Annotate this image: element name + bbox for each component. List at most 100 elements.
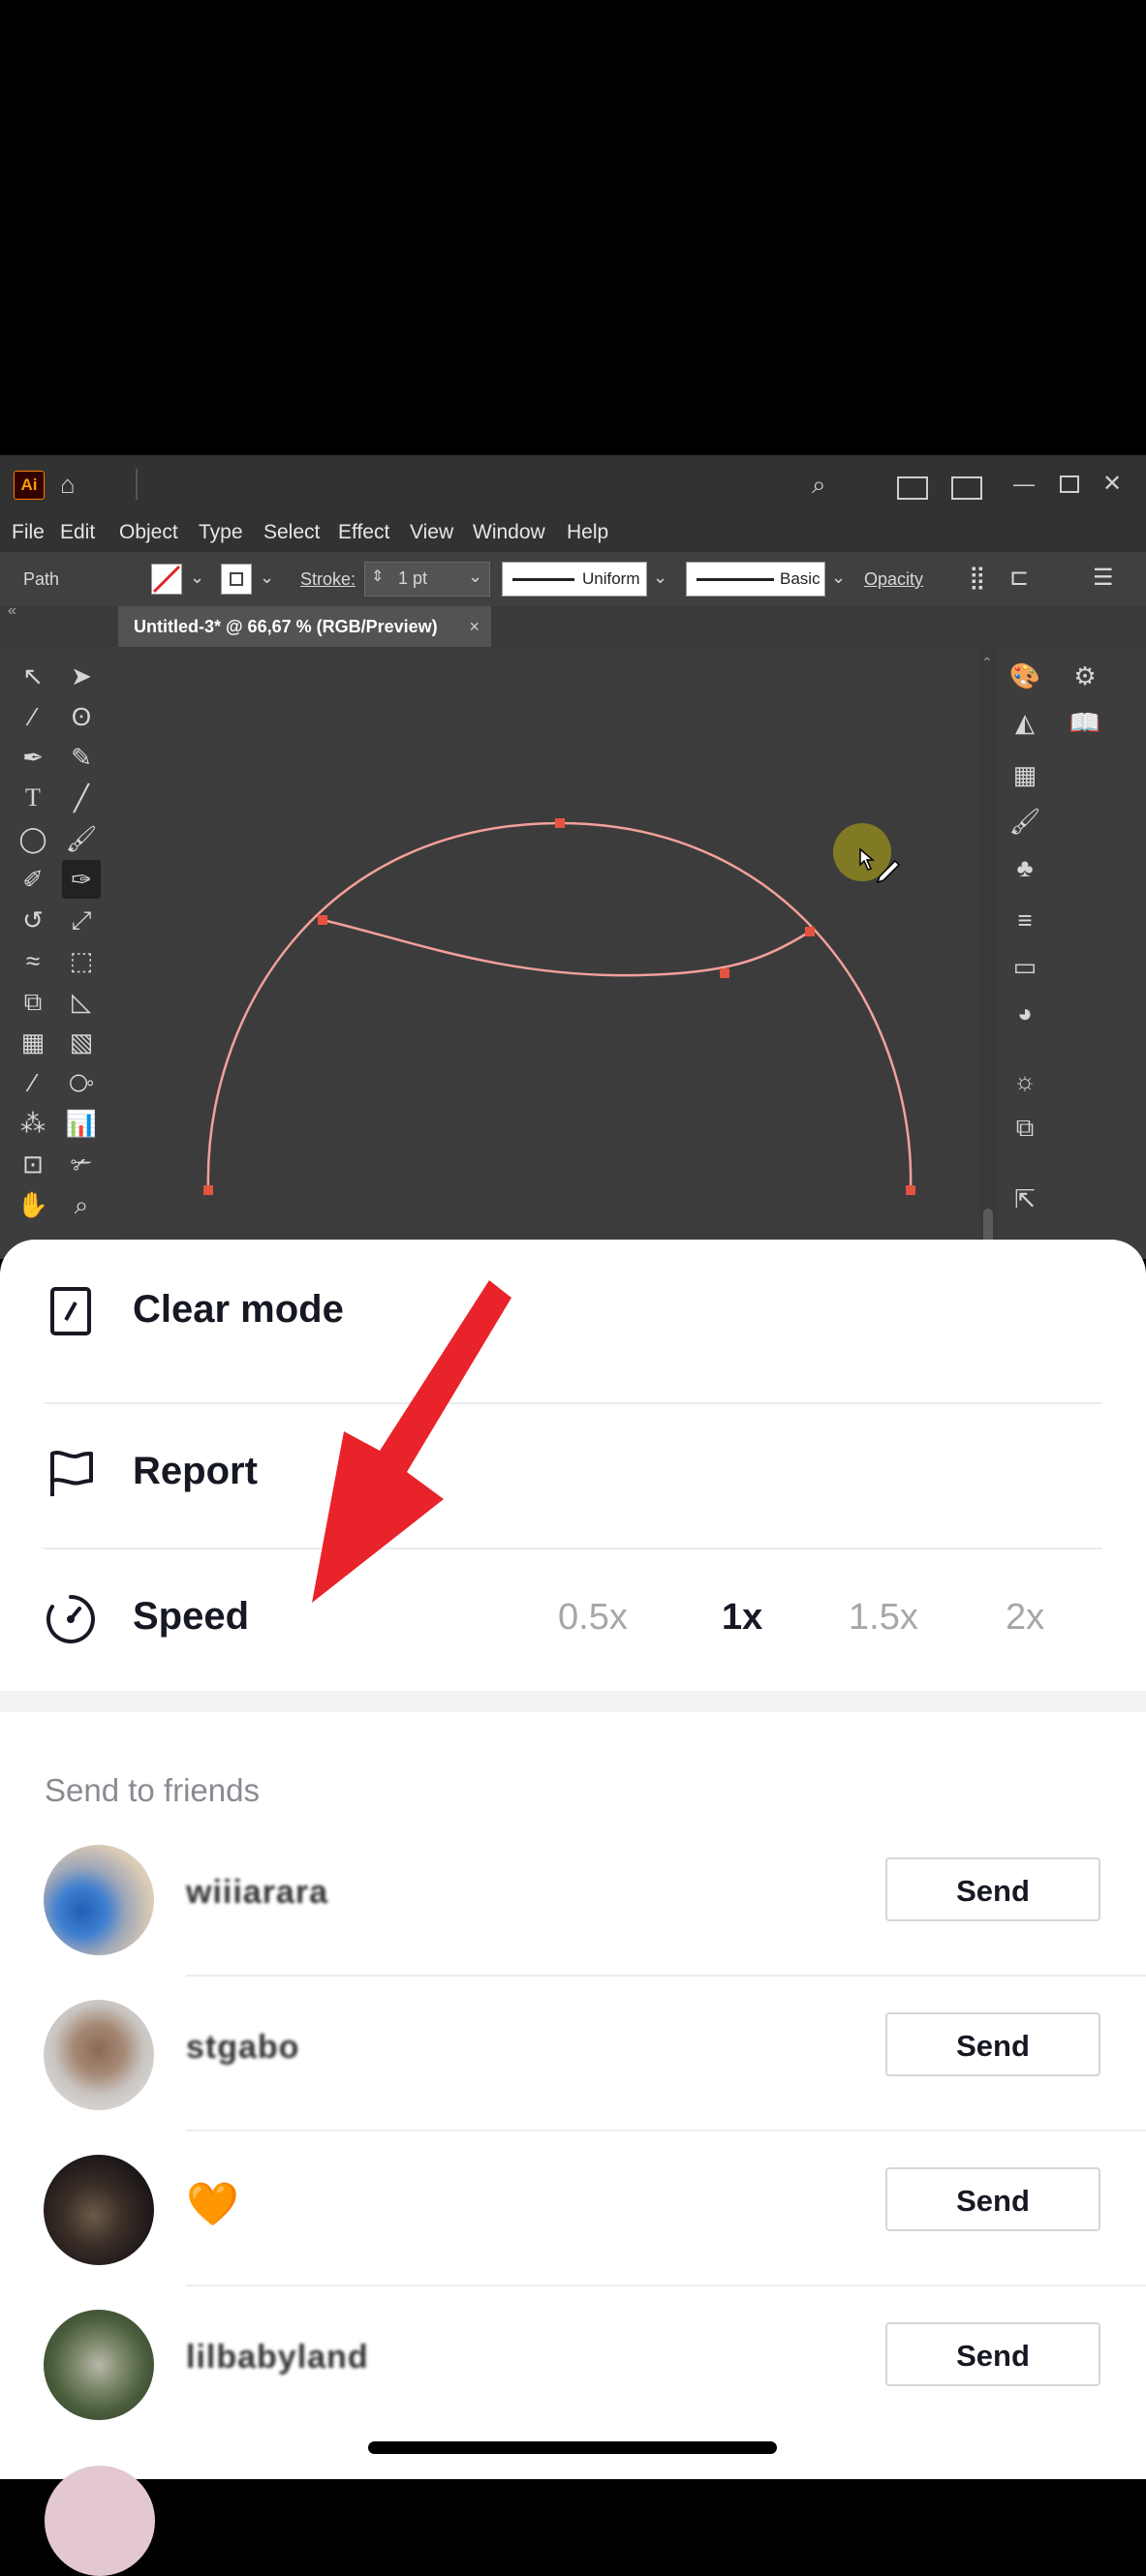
align-icon[interactable]: ⣿ bbox=[969, 564, 986, 592]
fill-dropdown-icon[interactable]: ⌄ bbox=[190, 567, 204, 588]
send-button[interactable]: Send bbox=[885, 2012, 1100, 2076]
export-icon[interactable]: ⇱ bbox=[1006, 1180, 1044, 1218]
gradient-panel-icon[interactable]: ▭ bbox=[1006, 947, 1044, 986]
home-icon[interactable]: ⌂ bbox=[60, 455, 76, 513]
close-window-icon[interactable]: ✕ bbox=[1102, 455, 1122, 513]
symbol-sprayer-tool-icon[interactable]: ⁂ bbox=[14, 1104, 52, 1143]
shaper-tool-icon[interactable]: ✐ bbox=[14, 860, 52, 899]
send-button[interactable]: Send bbox=[885, 2322, 1100, 2386]
transparency-icon[interactable]: ◕ bbox=[1006, 994, 1044, 1032]
stroke-label[interactable]: Stroke: bbox=[300, 569, 356, 590]
workspace-icon[interactable] bbox=[897, 476, 928, 500]
panel-menu-icon[interactable]: ☰ bbox=[1093, 564, 1114, 592]
menu-effect[interactable]: Effect bbox=[338, 521, 389, 544]
warp-tool-icon[interactable]: ≈ bbox=[14, 941, 52, 980]
stroke-dropdown-icon[interactable]: ⌄ bbox=[260, 567, 274, 588]
menu-window[interactable]: Window bbox=[473, 521, 545, 544]
rotate-tool-icon[interactable]: ↺ bbox=[14, 901, 52, 939]
speed-option-1x[interactable]: 1x bbox=[722, 1597, 762, 1639]
anchor-point-curve[interactable] bbox=[720, 968, 729, 978]
paintbrush-tool-icon[interactable]: 🖌 bbox=[62, 819, 101, 858]
speed-option-0-5x[interactable]: 0.5x bbox=[558, 1597, 628, 1639]
appearance-icon[interactable]: ☼ bbox=[1006, 1061, 1044, 1100]
close-tab-icon[interactable]: × bbox=[469, 606, 480, 647]
anchor-point-right[interactable] bbox=[805, 927, 815, 936]
lasso-tool-icon[interactable]: ʘ bbox=[62, 697, 101, 736]
send-button[interactable]: Send bbox=[885, 2167, 1100, 2231]
selection-tool-icon[interactable]: ↖ bbox=[14, 657, 52, 695]
pen-tool-icon[interactable]: ✒ bbox=[14, 738, 52, 777]
profile-dropdown-icon[interactable]: ⌄ bbox=[653, 567, 667, 588]
avatar[interactable] bbox=[44, 2155, 154, 2265]
brushes-icon[interactable]: 🖌 bbox=[1006, 802, 1044, 841]
slice-tool-icon[interactable]: ✃ bbox=[62, 1145, 101, 1183]
canvas-scrollbar[interactable]: ⌃ bbox=[978, 647, 998, 1259]
search-icon[interactable]: ⌕ bbox=[812, 455, 826, 513]
direct-selection-tool-icon[interactable]: ➤ bbox=[62, 657, 101, 695]
layers-icon[interactable]: ⧉ bbox=[1006, 1108, 1044, 1147]
brush-definition[interactable]: Basic bbox=[686, 562, 825, 597]
avatar[interactable] bbox=[44, 2000, 154, 2110]
arrange-documents-icon[interactable] bbox=[951, 476, 982, 500]
avatar-partial[interactable] bbox=[45, 2466, 155, 2576]
menu-edit[interactable]: Edit bbox=[60, 521, 95, 544]
curvature-tool-icon[interactable]: ✎ bbox=[62, 738, 101, 777]
anchor-point-lower-right[interactable] bbox=[906, 1185, 915, 1195]
avatar[interactable] bbox=[44, 2310, 154, 2420]
menu-type[interactable]: Type bbox=[199, 521, 243, 544]
scroll-up-icon[interactable]: ⌃ bbox=[981, 655, 993, 671]
stroke-weight-stepper-icon[interactable]: ⇕ bbox=[371, 567, 384, 586]
mesh-tool-icon[interactable]: ▦ bbox=[14, 1023, 52, 1061]
document-tab[interactable]: Untitled-3* @ 66,67 % (RGB/Preview) × bbox=[118, 606, 491, 647]
artboard-tool-icon[interactable]: ⊡ bbox=[14, 1145, 52, 1183]
maximize-icon[interactable] bbox=[1060, 475, 1079, 493]
eyedropper-icon[interactable]: ⁄ bbox=[14, 1063, 52, 1102]
stroke-swatch[interactable] bbox=[221, 564, 252, 595]
type-tool-icon[interactable]: T bbox=[14, 779, 52, 817]
report-row[interactable]: Report bbox=[0, 1403, 1146, 1547]
blend-tool-icon[interactable]: ⧂ bbox=[62, 1063, 101, 1102]
anchor-point-lower-left[interactable] bbox=[203, 1185, 213, 1195]
avatar[interactable] bbox=[44, 1845, 154, 1955]
variable-width-profile[interactable]: Uniform bbox=[502, 562, 647, 597]
distribute-icon[interactable]: ⊏ bbox=[1009, 564, 1029, 592]
menu-object[interactable]: Object bbox=[119, 521, 178, 544]
send-button[interactable]: Send bbox=[885, 1857, 1100, 1921]
speed-option-2x[interactable]: 2x bbox=[1006, 1597, 1044, 1639]
anchor-point-top[interactable] bbox=[555, 818, 565, 828]
symbols-icon[interactable]: ♣ bbox=[1006, 848, 1044, 887]
fill-swatch[interactable] bbox=[151, 564, 182, 595]
ellipse-tool-icon[interactable]: ◯ bbox=[14, 819, 52, 858]
libraries-icon[interactable]: 📖 bbox=[1066, 703, 1104, 742]
free-transform-tool-icon[interactable]: ⬚ bbox=[62, 941, 101, 980]
perspective-grid-tool-icon[interactable]: ◺ bbox=[62, 982, 101, 1021]
gradient-tool-icon[interactable]: ▧ bbox=[62, 1023, 101, 1061]
swatches-icon[interactable]: ▦ bbox=[1006, 755, 1044, 794]
minimize-icon[interactable]: — bbox=[1013, 455, 1035, 513]
menu-view[interactable]: View bbox=[410, 521, 453, 544]
column-graph-tool-icon[interactable]: 📊 bbox=[62, 1104, 101, 1143]
line-tool-icon[interactable]: ╱ bbox=[62, 779, 101, 817]
brush-dropdown-icon[interactable]: ⌄ bbox=[831, 567, 846, 588]
collapse-toolbar-icon[interactable]: « bbox=[8, 602, 16, 620]
zoom-tool-icon[interactable]: ⌕ bbox=[62, 1185, 101, 1224]
properties-icon[interactable]: ⚙ bbox=[1066, 657, 1104, 695]
stroke-weight-field[interactable]: ⇕ 1 pt ⌄ bbox=[364, 562, 490, 597]
menu-select[interactable]: Select bbox=[263, 521, 320, 544]
shape-builder-tool-icon[interactable]: ⧉ bbox=[14, 982, 52, 1021]
anchor-point-left[interactable] bbox=[318, 915, 327, 925]
magic-wand-tool-icon[interactable]: ⁄ bbox=[14, 697, 52, 736]
opacity-label[interactable]: Opacity bbox=[864, 569, 923, 590]
clear-mode-row[interactable]: Clear mode bbox=[0, 1240, 1146, 1383]
eyedropper-tool-icon[interactable]: ✑ bbox=[62, 860, 101, 899]
color-guide-icon[interactable]: 🎨 bbox=[1006, 657, 1044, 695]
color-icon[interactable]: ◭ bbox=[1006, 703, 1044, 742]
hand-tool-icon[interactable]: ✋ bbox=[14, 1185, 52, 1224]
home-indicator[interactable] bbox=[368, 2441, 777, 2454]
menu-file[interactable]: File bbox=[12, 521, 45, 544]
speed-option-1-5x[interactable]: 1.5x bbox=[849, 1597, 918, 1639]
document-canvas[interactable]: ⌃ bbox=[116, 647, 998, 1259]
stroke-weight-dropdown-icon[interactable]: ⌄ bbox=[468, 567, 482, 587]
menu-help[interactable]: Help bbox=[567, 521, 608, 544]
scale-tool-icon[interactable]: ⤢ bbox=[62, 901, 101, 939]
